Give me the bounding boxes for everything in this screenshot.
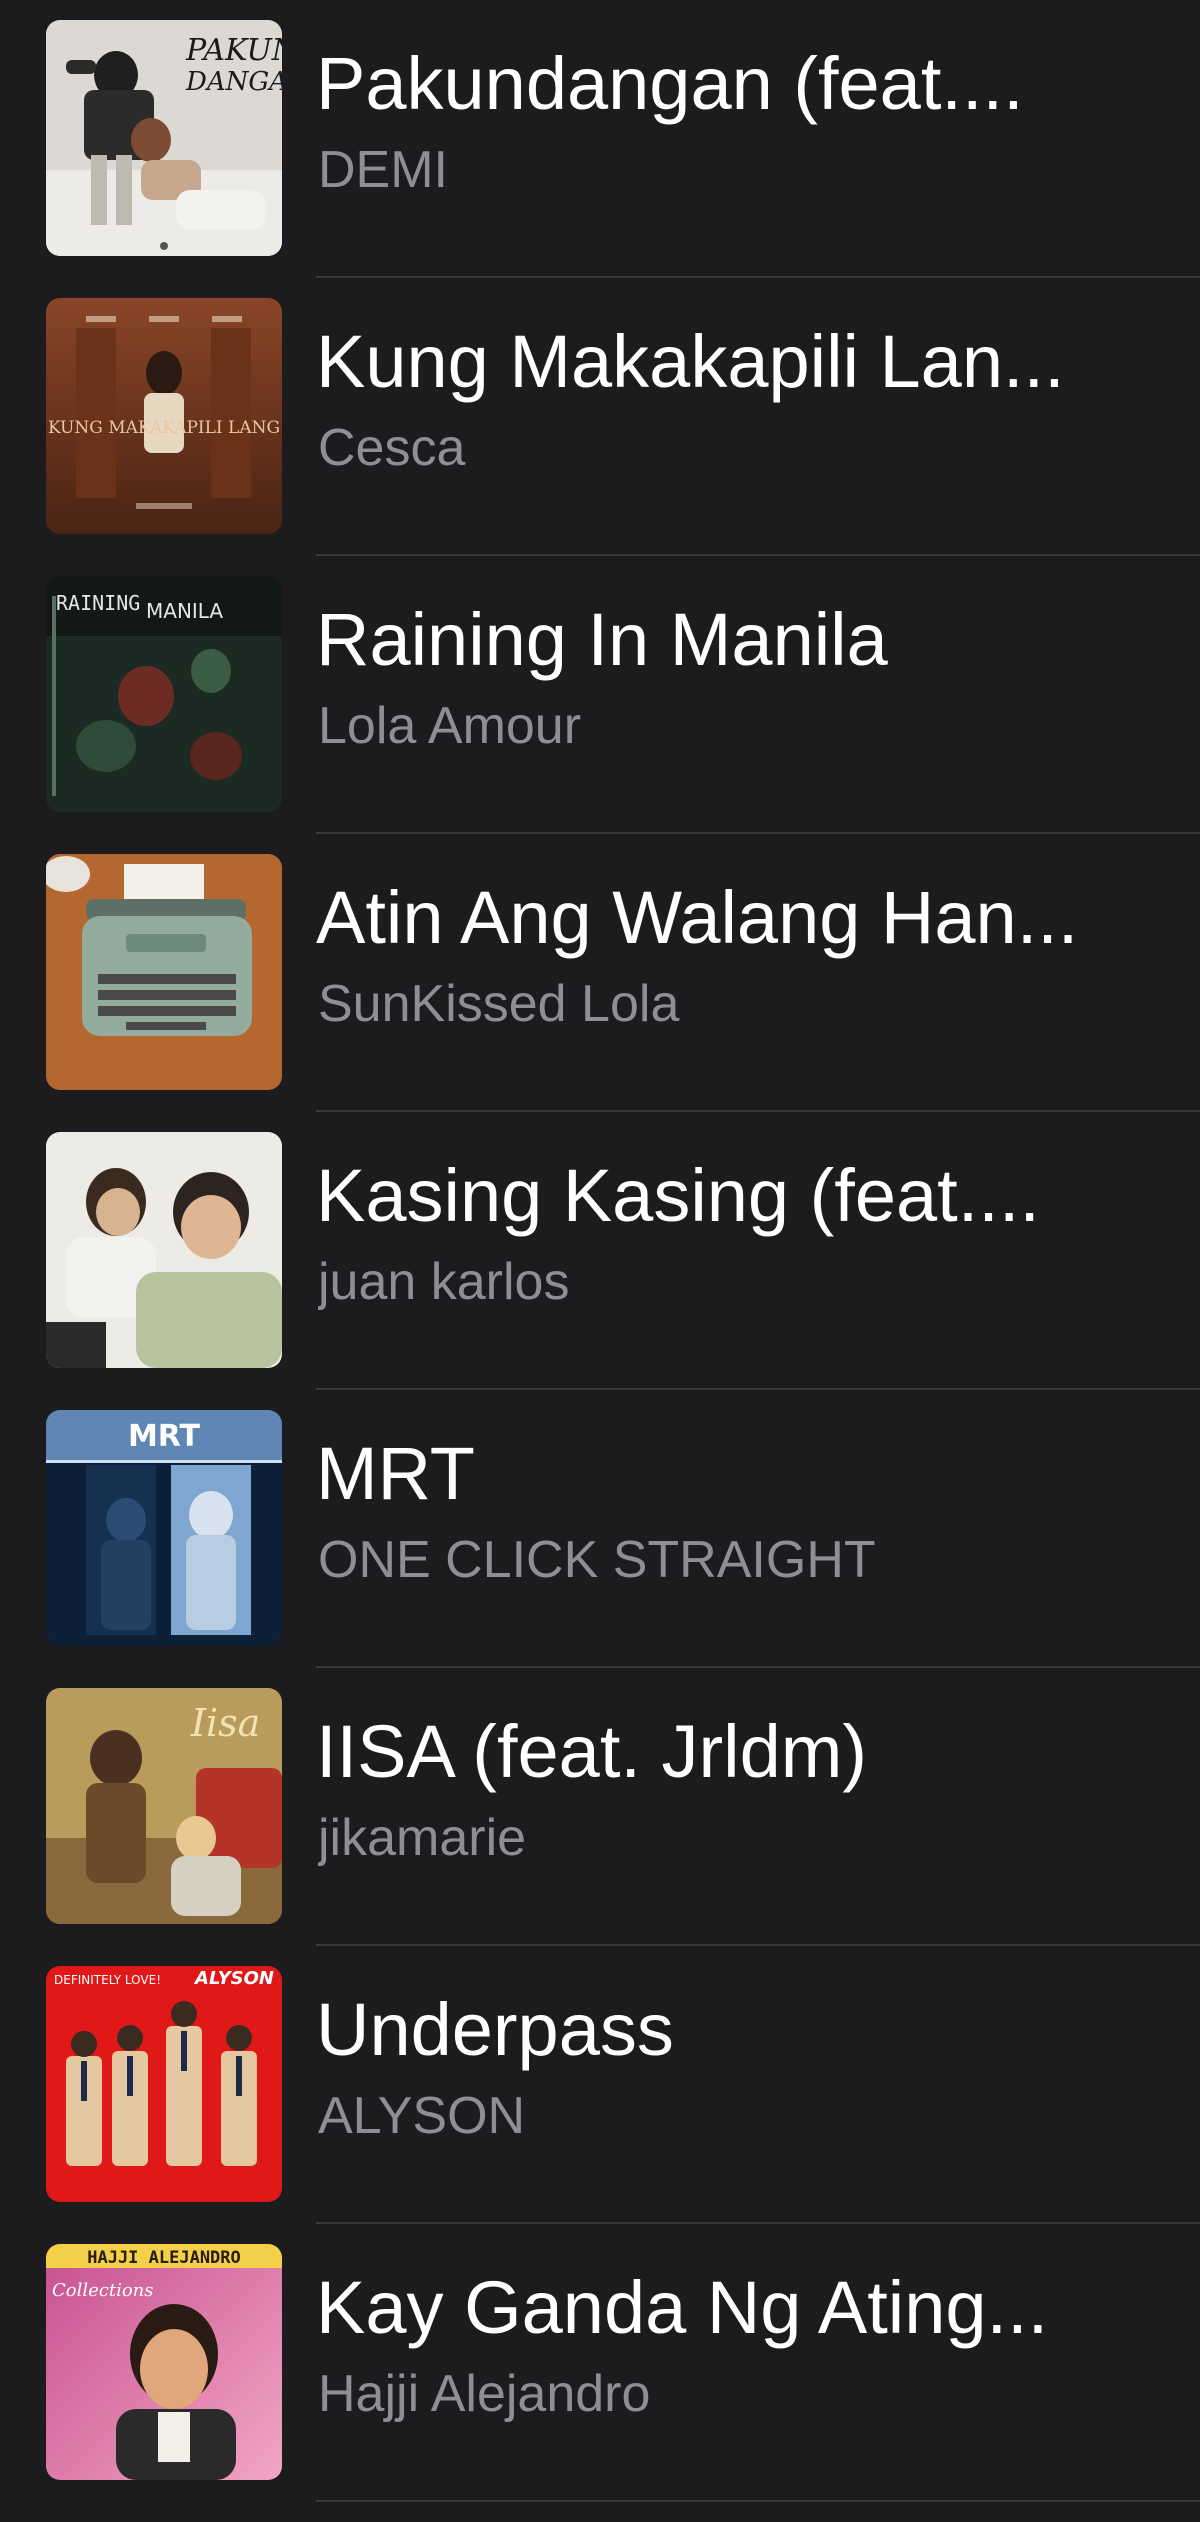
song-row[interactable]: DEFINITELY LOVE! ALYSON Underpass ALYSON	[0, 1946, 1200, 2224]
album-art-kasing-kasing	[46, 1132, 282, 1368]
song-title: Kay Ganda Ng Ating...	[316, 2266, 1049, 2349]
song-row[interactable]: RAINING MANILA Raining In Manila Lola Am…	[0, 556, 1200, 834]
album-art-mrt: MRT	[46, 1410, 282, 1646]
album-art-text: HAJJI ALEJANDRO	[87, 2248, 241, 2268]
song-artist: jikamarie	[318, 1809, 527, 1867]
album-art-typewriter	[46, 854, 282, 1090]
song-row[interactable]: PAKUN DANGAN Pakundangan (feat.... DEMI	[0, 0, 1200, 278]
album-art-text: KUNG MAKAKAPILI LANG	[48, 418, 280, 438]
song-title: Kasing Kasing (feat....	[316, 1154, 1040, 1237]
album-art-text: MRT	[128, 1419, 201, 1454]
svg-text:MANILA: MANILA	[146, 599, 223, 623]
song-title: Underpass	[316, 1988, 674, 2071]
album-art-underpass: DEFINITELY LOVE! ALYSON	[46, 1966, 282, 2202]
song-title: Kung Makakapili Lan...	[316, 320, 1065, 403]
row-divider	[316, 2500, 1200, 2502]
song-row[interactable]: Kasing Kasing (feat.... juan karlos	[0, 1112, 1200, 1390]
song-title: MRT	[316, 1432, 475, 1515]
album-art-text: PAKUN	[185, 33, 282, 68]
album-art-iisa: Iisa	[46, 1688, 282, 1924]
svg-text:Collections: Collections	[52, 2280, 154, 2301]
song-row[interactable]: Atin Ang Walang Han... SunKissed Lola	[0, 834, 1200, 1112]
song-title: Pakundangan (feat....	[316, 42, 1024, 125]
song-title: Atin Ang Walang Han...	[316, 876, 1079, 959]
svg-text:ALYSON: ALYSON	[193, 1968, 274, 1989]
album-art-text: RAINING	[56, 591, 140, 615]
song-artist: DEMI	[318, 141, 448, 199]
song-row[interactable]: HAJJI ALEJANDRO Collections Kay Ganda Ng…	[0, 2224, 1200, 2502]
song-artist: ALYSON	[318, 2087, 526, 2145]
song-row[interactable]: KUNG MAKAKAPILI LANG Kung Makakapili Lan…	[0, 278, 1200, 556]
album-art-raining-in-manila: RAINING MANILA	[46, 576, 282, 812]
song-artist: SunKissed Lola	[318, 975, 680, 1033]
song-list: PAKUN DANGAN Pakundangan (feat.... DEMI	[0, 0, 1200, 2522]
album-art-text: DEFINITELY LOVE!	[54, 1973, 161, 1987]
song-title: IISA (feat. Jrldm)	[316, 1710, 868, 1793]
song-artist: ONE CLICK STRAIGHT	[318, 1531, 876, 1589]
song-row[interactable]: Iisa IISA (feat. Jrldm) jikamarie	[0, 1668, 1200, 1946]
song-artist: Cesca	[318, 419, 466, 477]
album-art-pakundangan: PAKUN DANGAN	[46, 20, 282, 256]
song-artist: Hajji Alejandro	[318, 2365, 651, 2423]
album-art-hajji-alejandro: HAJJI ALEJANDRO Collections	[46, 2244, 282, 2480]
album-art-text: Iisa	[190, 1701, 260, 1745]
svg-text:DANGAN: DANGAN	[185, 67, 282, 97]
song-title: Raining In Manila	[316, 598, 888, 681]
album-art-kung-makakapili-lang: KUNG MAKAKAPILI LANG	[46, 298, 282, 534]
song-row[interactable]: MRT MRT ONE CLICK STRAIGHT	[0, 1390, 1200, 1668]
song-artist: Lola Amour	[318, 697, 582, 755]
song-artist: juan karlos	[318, 1253, 570, 1311]
